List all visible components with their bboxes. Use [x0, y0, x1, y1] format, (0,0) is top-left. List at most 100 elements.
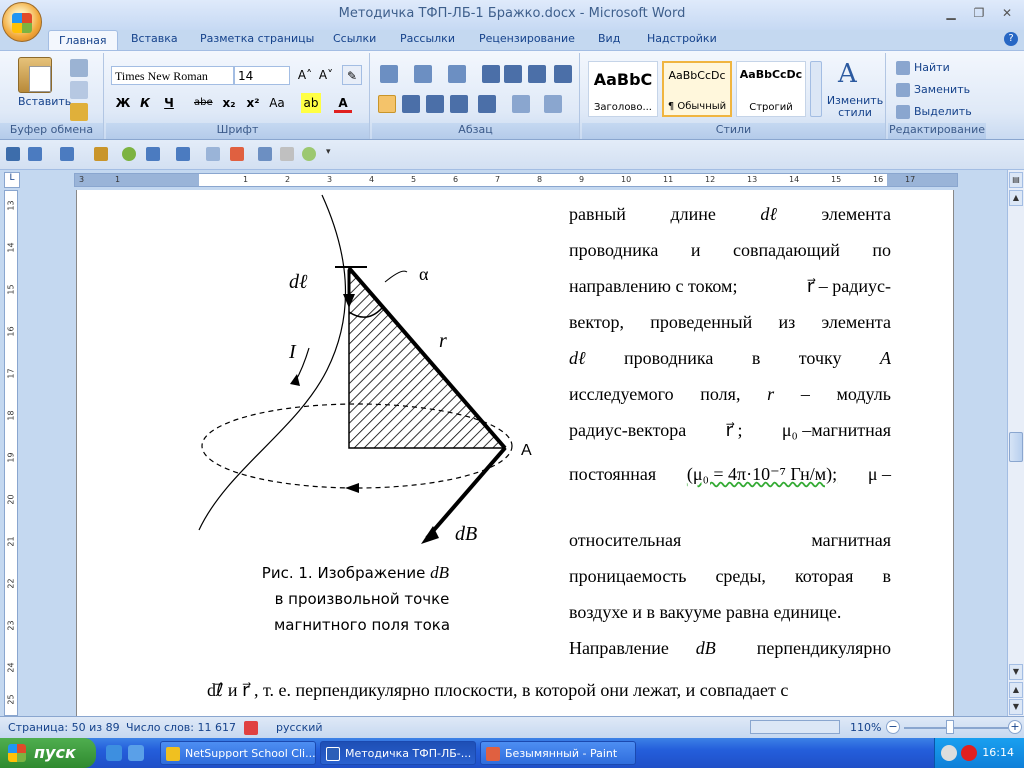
tab-home[interactable]: Главная	[48, 30, 118, 51]
print-preview-icon[interactable]	[206, 147, 220, 161]
font-color-button[interactable]: A	[334, 93, 352, 113]
line-spacing-icon[interactable]	[478, 95, 496, 113]
comment-icon[interactable]	[258, 147, 272, 161]
text-line: относительная магнитная	[569, 522, 891, 558]
clock[interactable]: 16:14	[982, 746, 1014, 759]
subscript-button[interactable]: x₂	[220, 93, 238, 113]
green-circle-icon-2[interactable]	[302, 147, 316, 161]
scroll-thumb[interactable]	[1009, 432, 1023, 462]
zoom-slider-thumb[interactable]	[946, 720, 954, 734]
font-name-select[interactable]: Times New Roman	[111, 66, 234, 85]
shading-icon[interactable]	[512, 95, 530, 113]
view-buttons[interactable]	[750, 720, 840, 734]
bold-button[interactable]: Ж	[114, 93, 132, 113]
select-button[interactable]: Выделить	[914, 105, 972, 118]
media-player-icon[interactable]	[106, 745, 122, 761]
line-spacing-qat-icon[interactable]	[146, 147, 160, 161]
font-qat-icon[interactable]	[176, 147, 190, 161]
minimize-button[interactable]: ▁	[938, 4, 964, 22]
tab-selector[interactable]: L	[4, 172, 20, 188]
task-netsupport[interactable]: NetSupport School Cli...	[160, 741, 316, 765]
office-logo-icon	[12, 13, 32, 33]
zoom-slider[interactable]	[904, 727, 1008, 729]
styles-scroll[interactable]	[810, 61, 822, 117]
format-painter-qat-icon[interactable]	[94, 147, 108, 161]
change-styles-label[interactable]: Изменить стили	[826, 95, 884, 119]
insert-icon[interactable]	[230, 147, 244, 161]
style-heading[interactable]: AaBbC Заголово...	[588, 61, 658, 117]
align-left-icon[interactable]	[378, 95, 396, 113]
tray-icon-red[interactable]	[961, 745, 977, 761]
start-button[interactable]: пуск	[0, 738, 96, 768]
style-strong[interactable]: AaBbCcDc Строгий	[736, 61, 806, 117]
change-styles-icon[interactable]: A	[838, 59, 857, 89]
tab-review[interactable]: Рецензирование	[479, 32, 575, 45]
zoom-out-button[interactable]: −	[886, 720, 900, 734]
customize-qat-icon[interactable]: ▾	[326, 147, 334, 161]
find-button[interactable]: Найти	[914, 61, 950, 74]
font-size-select[interactable]: 14	[234, 66, 290, 85]
scroll-down-button[interactable]: ▼	[1009, 664, 1023, 680]
next-page-button[interactable]: ▼	[1009, 699, 1023, 715]
task-label: Методичка ТФП-ЛБ-...	[345, 747, 472, 760]
clear-format-button[interactable]: ✎	[342, 65, 362, 85]
cut-icon[interactable]	[70, 59, 88, 77]
format-painter-icon[interactable]	[70, 103, 88, 121]
paste-icon[interactable]	[18, 57, 52, 93]
help-icon[interactable]: ?	[1004, 32, 1018, 46]
borders-icon[interactable]	[544, 95, 562, 113]
show-marks-icon[interactable]	[554, 65, 572, 83]
document-page[interactable]: dℓ α r I A dB⃗ Рис. 1. Изображение dB⃗ в…	[76, 190, 954, 716]
tray-icon[interactable]	[941, 745, 957, 761]
word-count[interactable]: Число слов: 11 617	[126, 721, 236, 734]
page-count[interactable]: Страница: 50 из 89	[8, 721, 120, 734]
green-circle-icon[interactable]	[122, 147, 136, 161]
shrink-font-button[interactable]: A˅	[317, 65, 335, 85]
zoom-level[interactable]: 110%	[850, 721, 881, 734]
increase-indent-icon[interactable]	[504, 65, 522, 83]
tab-mailings[interactable]: Рассылки	[400, 32, 455, 45]
copy-icon[interactable]	[70, 81, 88, 99]
text-line: Направление dB⃗ перпендикулярно	[569, 630, 891, 666]
style-normal[interactable]: AaBbCcDc ¶ Обычный	[662, 61, 732, 117]
ruler-toggle-icon[interactable]: ▤	[1009, 172, 1023, 188]
save-icon[interactable]	[6, 147, 20, 161]
numbering-icon[interactable]	[414, 65, 432, 83]
sort-icon[interactable]	[528, 65, 546, 83]
align-right-icon[interactable]	[426, 95, 444, 113]
tab-insert[interactable]: Вставка	[131, 32, 178, 45]
multilevel-list-icon[interactable]	[448, 65, 466, 83]
bullets-qat-icon[interactable]	[60, 147, 74, 161]
tab-view[interactable]: Вид	[598, 32, 620, 45]
scroll-up-button[interactable]: ▲	[1009, 190, 1023, 206]
style-name: ¶ Обычный	[667, 101, 727, 112]
office-button[interactable]	[2, 2, 42, 42]
decrease-indent-icon[interactable]	[482, 65, 500, 83]
language[interactable]: русский	[276, 721, 323, 734]
justify-icon[interactable]	[450, 95, 468, 113]
task-paint[interactable]: Безымянный - Paint	[480, 741, 636, 765]
strikethrough-button[interactable]: abe	[194, 93, 213, 113]
prev-page-button[interactable]: ▲	[1009, 682, 1023, 698]
tab-page-layout[interactable]: Разметка страницы	[200, 32, 314, 45]
change-case-button[interactable]: Aa	[268, 93, 286, 113]
italic-button[interactable]: К	[136, 93, 154, 113]
align-center-icon[interactable]	[402, 95, 420, 113]
task-word[interactable]: Методичка ТФП-ЛБ-...	[320, 741, 476, 765]
close-button[interactable]: ✕	[994, 4, 1020, 22]
spelling-icon[interactable]	[244, 721, 258, 735]
bullets-icon[interactable]	[380, 65, 398, 83]
zoom-in-button[interactable]: +	[1008, 720, 1022, 734]
vertical-scrollbar[interactable]: ▤ ▲ ▼ ▲ ▼	[1007, 170, 1024, 716]
tab-references[interactable]: Ссылки	[333, 32, 376, 45]
highlight-color-button[interactable]: ab	[301, 93, 321, 113]
maximize-button[interactable]: ❐	[966, 4, 992, 22]
superscript-button[interactable]: x²	[244, 93, 262, 113]
ie-icon[interactable]	[128, 745, 144, 761]
replace-button[interactable]: Заменить	[914, 83, 970, 96]
undo-icon[interactable]	[28, 147, 42, 161]
paste-label[interactable]: Вставить	[18, 95, 71, 108]
grow-font-button[interactable]: A˄	[296, 65, 314, 85]
tab-addins[interactable]: Надстройки	[647, 32, 717, 45]
underline-button[interactable]: Ч	[160, 93, 178, 113]
